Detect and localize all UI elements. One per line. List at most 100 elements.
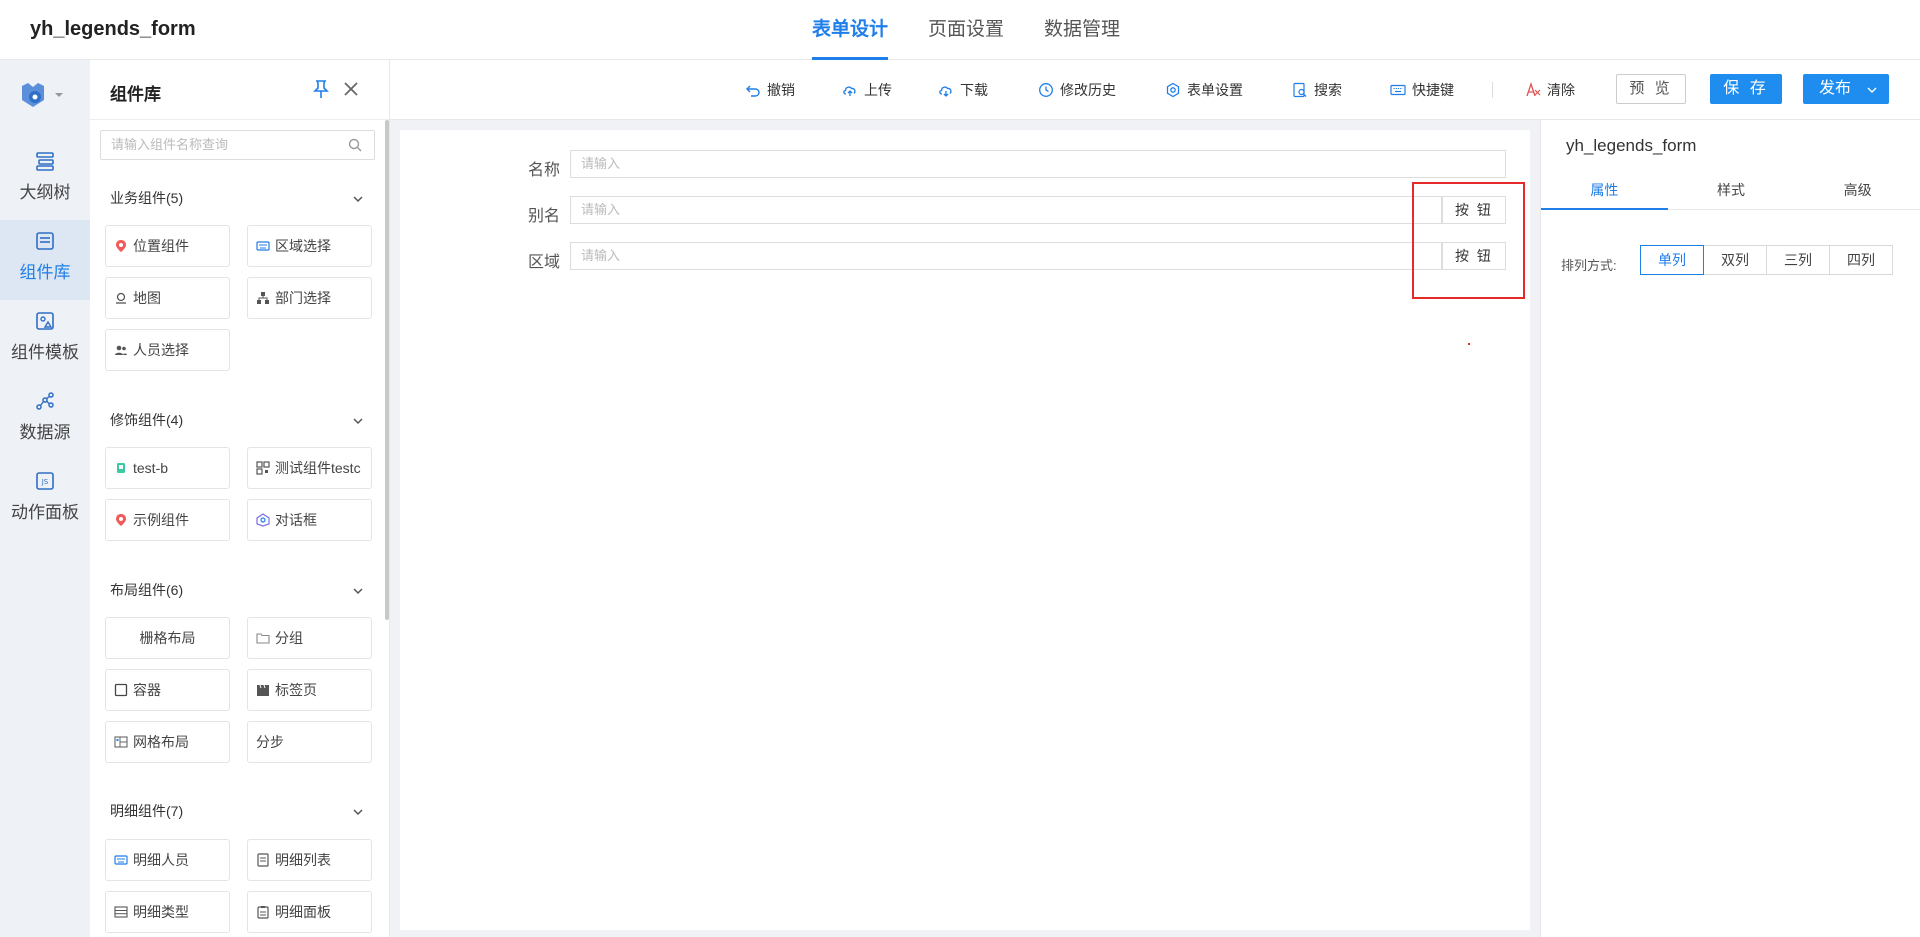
component-label: 示例组件 (133, 512, 189, 528)
tab-properties[interactable]: 属性 (1541, 170, 1668, 210)
component-template-icon (36, 312, 54, 330)
form-settings-label: 表单设置 (1187, 82, 1243, 98)
component-example[interactable]: 示例组件 (105, 499, 230, 541)
pin-icon[interactable] (310, 78, 332, 100)
component-library-icon (36, 232, 54, 250)
region-input[interactable]: 请输入 (570, 242, 1442, 270)
group-layout[interactable]: 布局组件(6) (110, 580, 365, 604)
shortcuts-label: 快捷键 (1412, 82, 1454, 98)
search-button[interactable]: 搜索 (1292, 80, 1342, 100)
component-detail-type[interactable]: 明细类型 (105, 891, 230, 933)
component-person-select[interactable]: 人员选择 (105, 329, 230, 371)
layout-option-single[interactable]: 单列 (1640, 245, 1704, 275)
users-icon (115, 345, 127, 355)
component-detail-panel[interactable]: 明细面板 (247, 891, 372, 933)
component-mesh-layout[interactable]: 网格布局 (105, 721, 230, 763)
form-settings-button[interactable]: 表单设置 (1165, 80, 1243, 100)
component-test-c[interactable]: 测试组件testc (247, 447, 372, 489)
group-business[interactable]: 业务组件(5) (110, 188, 365, 212)
name-input[interactable]: 请输入 (570, 150, 1506, 178)
component-steps[interactable]: 分步 (247, 721, 372, 763)
component-label: 分步 (256, 734, 284, 750)
component-label: 区域选择 (275, 238, 331, 254)
component-label: 栅格布局 (139, 630, 196, 646)
component-label: 明细人员 (133, 852, 189, 868)
component-map[interactable]: 地图 (105, 277, 230, 319)
search-label: 搜索 (1314, 82, 1342, 98)
keyboard-icon (1390, 84, 1406, 96)
rail-item-datasource[interactable]: 数据源 (0, 380, 90, 460)
undo-label: 撤销 (767, 82, 795, 98)
component-detail-list[interactable]: 明细列表 (247, 839, 372, 881)
design-canvas[interactable]: 名称 请输入 别名 请输入 按 钮 区域 请输入 按 钮 (400, 130, 1530, 930)
rail-item-templates[interactable]: 组件模板 (0, 300, 90, 380)
component-label: 明细类型 (133, 904, 189, 920)
search-icon[interactable] (348, 138, 362, 152)
group-title: 布局组件(6) (110, 582, 184, 598)
publish-label: 发布 (1819, 80, 1852, 97)
close-icon[interactable] (340, 78, 362, 100)
library-title: 组件库 (110, 85, 161, 104)
clear-button[interactable]: 清除 (1525, 80, 1575, 100)
clipboard-icon (257, 906, 269, 919)
upload-label: 上传 (864, 82, 892, 98)
library-scrollbar[interactable] (385, 120, 389, 620)
undo-button[interactable]: 撤销 (745, 80, 795, 100)
mobile-icon (117, 463, 125, 473)
rail-item-components[interactable]: 组件库 (0, 220, 90, 300)
layout-option-double[interactable]: 双列 (1703, 245, 1767, 275)
alias-input[interactable]: 请输入 (570, 196, 1442, 224)
component-search-input[interactable]: 请输入组件名称查询 (100, 130, 375, 160)
clear-label: 清除 (1547, 82, 1575, 98)
upload-button[interactable]: 上传 (842, 80, 892, 100)
component-label: 明细列表 (275, 852, 331, 868)
map-icon (116, 292, 126, 304)
rail-item-label: 组件模板 (11, 343, 79, 362)
app-logo[interactable] (18, 78, 72, 112)
action-panel-icon: JS (36, 472, 54, 490)
layout-label: 排列方式: (1561, 258, 1617, 273)
table-icon (114, 906, 128, 918)
designer-toolbar: 撤销 上传 下载 修改历史 表单设置 搜索 快捷键 清除 预 览 保 存 发布 (390, 60, 1920, 120)
group-decorative[interactable]: 修饰组件(4) (110, 410, 365, 434)
component-container[interactable]: 容器 (105, 669, 230, 711)
layout-option-triple[interactable]: 三列 (1766, 245, 1830, 275)
outline-tree-icon (36, 152, 54, 171)
tab-page-settings[interactable]: 页面设置 (928, 0, 1004, 60)
layout-grid-icon (114, 736, 128, 748)
component-label: 标签页 (275, 682, 317, 698)
component-label: 对话框 (275, 512, 317, 528)
shortcuts-button[interactable]: 快捷键 (1390, 80, 1454, 100)
gear-icon (1166, 82, 1180, 98)
history-button[interactable]: 修改历史 (1038, 80, 1116, 100)
download-button[interactable]: 下载 (938, 80, 988, 100)
component-department-select[interactable]: 部门选择 (247, 277, 372, 319)
group-detail[interactable]: 明细组件(7) (110, 801, 365, 825)
qr-code-icon (256, 461, 270, 475)
component-dialog[interactable]: 对话框 (247, 499, 372, 541)
layout-option-quad[interactable]: 四列 (1829, 245, 1893, 275)
rail-item-actions[interactable]: JS 动作面板 (0, 460, 90, 540)
component-tabs[interactable]: 标签页 (247, 669, 372, 711)
component-grid-layout[interactable]: 栅格布局 (105, 617, 230, 659)
rail-item-outline[interactable]: 大纲树 (0, 140, 90, 220)
tab-style[interactable]: 样式 (1668, 170, 1795, 209)
component-region-select[interactable]: 区域选择 (247, 225, 372, 267)
download-label: 下载 (960, 82, 988, 98)
location-pin-icon (116, 514, 126, 526)
component-location[interactable]: 位置组件 (105, 225, 230, 267)
tab-advanced[interactable]: 高级 (1794, 170, 1920, 209)
component-detail-person[interactable]: 明细人员 (105, 839, 230, 881)
clapper-icon (257, 684, 269, 696)
component-test-b[interactable]: test-b (105, 447, 230, 489)
tab-data-management[interactable]: 数据管理 (1044, 0, 1120, 60)
save-button[interactable]: 保 存 (1710, 74, 1782, 104)
component-group[interactable]: 分组 (247, 617, 372, 659)
publish-button[interactable]: 发布 (1803, 74, 1889, 104)
data-source-icon (36, 392, 54, 410)
group-title: 修饰组件(4) (110, 412, 184, 428)
component-label: 网格布局 (133, 734, 189, 750)
tab-form-design[interactable]: 表单设计 (812, 0, 889, 60)
rail-item-label: 大纲树 (19, 183, 71, 202)
preview-button[interactable]: 预 览 (1616, 74, 1686, 104)
